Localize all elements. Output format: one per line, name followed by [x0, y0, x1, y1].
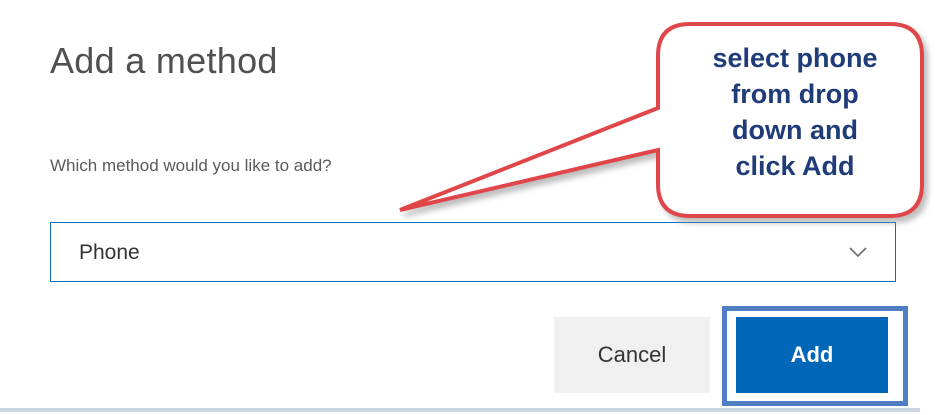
dialog-title: Add a method [50, 40, 278, 81]
callout-line: select phone [712, 43, 878, 73]
method-question-label: Which method would you like to add? [50, 156, 332, 175]
callout-line: from drop [731, 79, 859, 109]
method-select[interactable]: Phone [50, 222, 896, 282]
chevron-down-icon [849, 247, 867, 258]
callout-text: select phone from drop down and click Ad… [668, 40, 922, 184]
add-button-highlight-box [722, 306, 908, 406]
dialog-bottom-border [0, 408, 920, 412]
method-select-value: Phone [79, 241, 140, 264]
callout-line: down and [732, 115, 858, 145]
callout-line: click Add [735, 151, 855, 181]
cancel-button[interactable]: Cancel [554, 317, 710, 393]
